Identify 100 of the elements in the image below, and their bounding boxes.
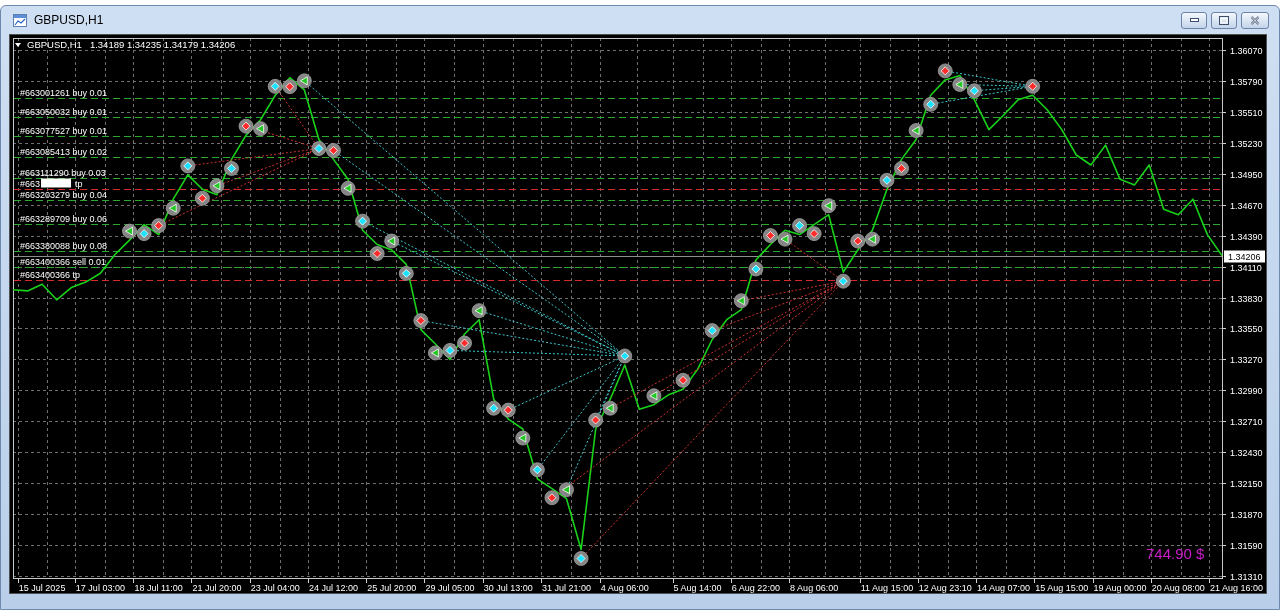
order-label: #663400366 tp — [20, 269, 81, 280]
triangle-marker-icon — [428, 345, 443, 361]
window-title: GBPUSD,H1 — [34, 13, 104, 27]
diamond-marker-icon — [500, 402, 516, 418]
caret-icon[interactable] — [15, 43, 21, 47]
diamond-marker-icon — [326, 143, 341, 158]
price-axis-label: 1.32430 — [1230, 448, 1263, 458]
time-axis-label: 5 Aug 14:00 — [673, 583, 722, 593]
diamond-marker-icon — [748, 261, 764, 277]
diamond-marker-icon — [355, 213, 370, 229]
diamond-marker-icon — [311, 141, 327, 156]
time-axis-label: 19 Aug 00:00 — [1093, 583, 1147, 593]
price-axis-label: 1.35510 — [1230, 108, 1263, 118]
price-axis-label: 1.34670 — [1230, 201, 1263, 211]
price-axis-label: 1.31590 — [1230, 541, 1263, 551]
minimize-icon — [1189, 18, 1199, 22]
price-axis-label: 1.33830 — [1230, 294, 1263, 304]
diamond-marker-icon — [835, 273, 851, 289]
order-label: #663203279 buy 0.04 — [20, 189, 108, 200]
time-axis-label: 4 Aug 06:00 — [600, 583, 649, 593]
price-axis-label: 1.32710 — [1230, 417, 1263, 427]
triangle-marker-icon — [253, 121, 269, 137]
diamond-marker-icon — [588, 412, 604, 428]
order-label: #663400366 sell 0.01 — [20, 256, 107, 267]
time-axis-label: 24 Jul 12:00 — [308, 583, 358, 593]
triangle-marker-icon — [165, 200, 181, 216]
profit-label: 744.90 $ — [1146, 545, 1205, 562]
maximize-button[interactable] — [1211, 11, 1237, 29]
time-axis-label: 23 Jul 04:00 — [250, 583, 300, 593]
chart-window-icon — [13, 13, 27, 27]
diamond-marker-icon — [675, 372, 691, 388]
diamond-marker-icon — [457, 335, 472, 351]
diamond-marker-icon — [894, 161, 909, 176]
diamond-marker-icon — [267, 78, 283, 94]
price-axis-label: 1.32990 — [1230, 386, 1263, 396]
triangle-marker-icon — [340, 180, 356, 196]
triangle-marker-icon — [559, 482, 574, 498]
order-label: #663050032 buy 0.01 — [20, 106, 108, 117]
diamond-marker-icon — [1025, 78, 1041, 94]
diamond-marker-icon — [937, 63, 953, 79]
time-axis-label: 15 Aug 15:00 — [1035, 583, 1089, 593]
order-label: #663289709 buy 0.06 — [20, 213, 108, 224]
time-axis-label: 21 Aug 16:00 — [1210, 583, 1264, 593]
diamond-marker-icon — [136, 226, 152, 242]
diamond-marker-icon — [238, 118, 254, 134]
order-label: #663 — [20, 178, 41, 189]
diamond-marker-icon — [792, 218, 807, 233]
price-axis-label: 1.35790 — [1230, 77, 1263, 87]
order-label: #663001261 buy 0.01 — [20, 87, 108, 98]
triangle-marker-icon — [122, 223, 137, 239]
triangle-marker-icon — [384, 233, 400, 249]
price-axis-label: 1.34390 — [1230, 232, 1263, 242]
time-axis-label: 12 Aug 23:10 — [918, 583, 972, 593]
diamond-marker-icon — [282, 79, 298, 95]
maximize-icon — [1219, 15, 1229, 25]
triangle-marker-icon — [209, 178, 225, 194]
diamond-marker-icon — [398, 266, 414, 281]
order-label: #663380088 buy 0.08 — [20, 240, 108, 251]
diamond-marker-icon — [806, 226, 822, 242]
diamond-marker-icon — [879, 172, 895, 188]
time-axis-label: 11 Aug 15:00 — [860, 583, 914, 593]
time-axis-label: 31 Jul 21:00 — [542, 583, 592, 593]
triangle-marker-icon — [296, 73, 312, 89]
order-label: #663085413 buy 0.02 — [20, 146, 108, 157]
triangle-marker-icon — [733, 293, 749, 309]
quote-label: 1.34189 1.34235 1.34179 1.34206 — [89, 39, 236, 50]
diamond-marker-icon — [704, 323, 720, 338]
diamond-marker-icon — [413, 313, 429, 328]
triangle-marker-icon — [646, 388, 662, 404]
diamond-marker-icon — [966, 83, 982, 99]
time-axis-label: 17 Jul 03:00 — [75, 583, 125, 593]
diamond-marker-icon — [530, 462, 545, 478]
time-axis-label: 21 Jul 20:00 — [192, 583, 242, 593]
time-axis-label: 29 Jul 05:00 — [425, 583, 475, 593]
order-label: #663111290 buy 0.03 — [20, 167, 106, 178]
price-axis-label: 1.31870 — [1230, 510, 1263, 520]
minimize-button[interactable] — [1181, 11, 1207, 29]
triangle-marker-icon — [515, 430, 531, 446]
triangle-marker-icon — [602, 400, 618, 416]
symbol-label: GBPUSD,H1 — [27, 39, 82, 50]
diamond-marker-icon — [224, 161, 239, 176]
price-axis-label: 1.33550 — [1230, 324, 1263, 334]
order-label: tp — [75, 178, 83, 189]
close-icon — [1250, 15, 1260, 25]
close-button[interactable] — [1241, 11, 1269, 29]
time-axis-label: 15 Jul 2025 — [18, 583, 66, 593]
diamond-marker-icon — [194, 190, 210, 206]
triangle-marker-icon — [821, 198, 837, 214]
triangle-marker-icon — [471, 303, 487, 319]
time-axis-label: 6 Aug 22:00 — [731, 583, 780, 593]
price-axis-label: 1.31310 — [1230, 572, 1263, 582]
diamond-marker-icon — [923, 96, 939, 112]
ref-line-label: 1.34206 — [1228, 252, 1261, 262]
time-axis-label: 8 Aug 06:00 — [790, 583, 839, 593]
price-axis-label: 1.36070 — [1230, 46, 1263, 56]
triangle-marker-icon — [777, 231, 793, 247]
diamond-marker-icon — [442, 343, 458, 358]
diamond-marker-icon — [573, 551, 589, 566]
price-tag: 1.34206 — [1224, 250, 1265, 263]
diamond-marker-icon — [151, 218, 167, 233]
